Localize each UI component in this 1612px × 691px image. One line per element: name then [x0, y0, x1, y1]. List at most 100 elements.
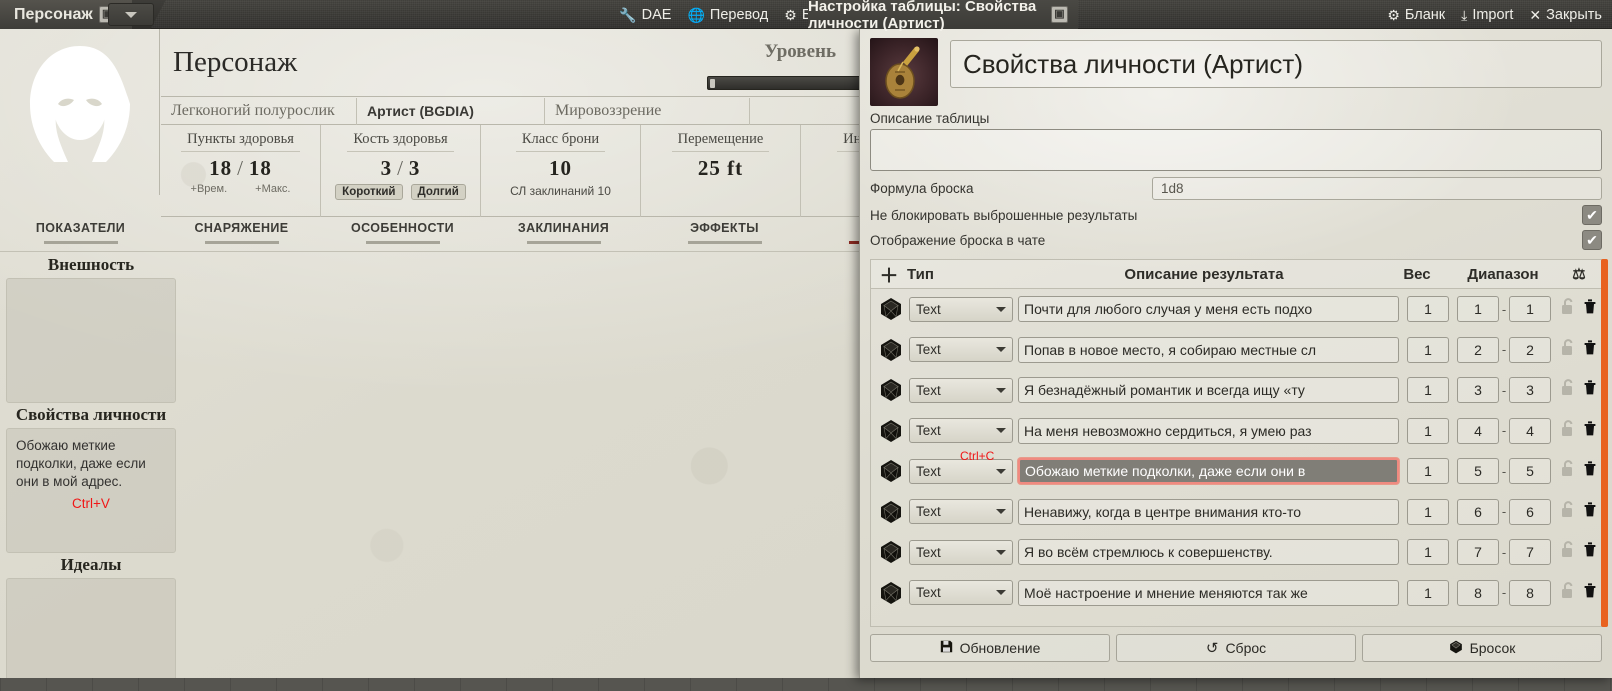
unlock-icon[interactable]	[1557, 581, 1579, 604]
class-field[interactable]: Артист (BGDIA)	[357, 97, 545, 125]
d20-icon[interactable]	[875, 540, 907, 564]
result-description-input[interactable]: Обожаю меткие подколки, даже если они в	[1018, 458, 1399, 485]
result-range-to-input[interactable]: 2	[1509, 336, 1551, 363]
tab-zaklinaniya[interactable]: ЗАКЛИНАНИЯ	[483, 218, 644, 244]
tab-snaryazhenie[interactable]: СНАРЯЖЕНИЕ	[161, 218, 322, 244]
unlock-icon[interactable]	[1557, 379, 1579, 401]
unlock-icon[interactable]	[1557, 500, 1579, 523]
result-description-input[interactable]: На меня невозможно сердиться, я умею раз	[1018, 417, 1399, 444]
result-weight-input[interactable]: 1	[1407, 296, 1449, 323]
result-weight-input[interactable]: 1	[1407, 336, 1449, 363]
short-rest-button[interactable]: Короткий	[335, 184, 403, 200]
result-range-to-input[interactable]: 5	[1509, 458, 1551, 485]
unlock-icon[interactable]	[1557, 460, 1579, 482]
d20-icon[interactable]	[875, 500, 907, 524]
import-button[interactable]: ⤓ Import	[1461, 7, 1513, 23]
result-description-input[interactable]: Ненавижу, когда в центре внимания кто-то	[1018, 498, 1399, 525]
bio-field-appearance[interactable]	[6, 278, 176, 403]
stat-hit-points[interactable]: Пункты здоровья 18/18 +Врем. +Макс.	[161, 125, 321, 217]
result-range-to-input[interactable]: 4	[1509, 417, 1551, 444]
result-weight-input[interactable]: 1	[1407, 377, 1449, 404]
hd-current[interactable]: 3	[381, 156, 393, 180]
stat-speed[interactable]: Перемещение 25 ft	[641, 125, 801, 217]
hp-current[interactable]: 18	[209, 156, 232, 180]
trash-icon[interactable]	[1579, 420, 1601, 442]
tab-effekty[interactable]: ЭФФЕКТЫ	[644, 218, 805, 244]
result-range-to-input[interactable]: 6	[1509, 498, 1551, 525]
update-button[interactable]: Обновление	[870, 634, 1110, 662]
result-range-from-input[interactable]: 8	[1457, 579, 1499, 606]
unlock-icon[interactable]	[1557, 298, 1579, 320]
trash-icon[interactable]	[1579, 339, 1601, 361]
d20-icon[interactable]	[875, 459, 907, 483]
result-range-from-input[interactable]: 6	[1457, 498, 1499, 525]
result-type-select[interactable]: Text	[909, 418, 1013, 444]
result-range-to-input[interactable]: 8	[1509, 579, 1551, 606]
result-type-select[interactable]: Text	[909, 539, 1013, 565]
roll-button[interactable]: Бросок	[1362, 634, 1602, 662]
d20-icon[interactable]	[875, 581, 907, 605]
result-type-select[interactable]: Text	[909, 377, 1013, 403]
result-type-select[interactable]: Text	[909, 499, 1013, 525]
result-weight-input[interactable]: 1	[1407, 579, 1449, 606]
d20-icon[interactable]	[875, 338, 907, 362]
speed-value[interactable]: 25 ft	[698, 156, 743, 181]
unlock-icon[interactable]	[1557, 541, 1579, 563]
d20-icon[interactable]	[875, 297, 907, 321]
result-range-from-input[interactable]: 2	[1457, 336, 1499, 363]
result-weight-input[interactable]: 1	[1407, 498, 1449, 525]
replacement-checkbox[interactable]: ✔	[1582, 205, 1602, 225]
dialog-sheet-button[interactable]: ⚙ Бланк	[1387, 7, 1445, 23]
bio-field-ideals[interactable]	[6, 578, 176, 691]
d20-icon[interactable]	[875, 419, 907, 443]
formula-input[interactable]: 1d8	[1152, 177, 1602, 200]
trash-icon[interactable]	[1579, 541, 1601, 563]
character-name[interactable]: Персонаж	[173, 46, 297, 79]
avatar[interactable]	[0, 29, 160, 195]
description-textarea[interactable]	[870, 129, 1602, 171]
scales-icon[interactable]: ⚖	[1557, 265, 1601, 283]
result-description-input[interactable]: Почти для любого случая у меня есть подх…	[1018, 296, 1399, 323]
hd-max[interactable]: 3	[409, 156, 421, 180]
trash-icon[interactable]	[1579, 298, 1601, 320]
result-range-to-input[interactable]: 1	[1509, 296, 1551, 323]
result-weight-input[interactable]: 1	[1407, 539, 1449, 566]
result-range-from-input[interactable]: 4	[1457, 417, 1499, 444]
result-range-to-input[interactable]: 7	[1509, 539, 1551, 566]
result-type-select[interactable]: Text Ctrl+C	[909, 449, 1013, 484]
result-weight-input[interactable]: 1	[1407, 458, 1449, 485]
result-description-input[interactable]: Моё настроение и мнение меняются так же	[1018, 579, 1399, 606]
close-button[interactable]: ✕ Закрыть	[1529, 7, 1602, 23]
table-title-input[interactable]: Свойства личности (Артист)	[950, 40, 1602, 88]
hp-max[interactable]: 18	[249, 156, 272, 180]
result-range-to-input[interactable]: 3	[1509, 377, 1551, 404]
result-range-from-input[interactable]: 3	[1457, 377, 1499, 404]
lute-image[interactable]	[870, 38, 938, 106]
dae-button[interactable]: 🔧 DAE	[619, 7, 671, 23]
unlock-icon[interactable]	[1557, 419, 1579, 442]
table-scrollbar[interactable]	[1601, 259, 1608, 627]
result-type-select[interactable]: Text	[909, 580, 1013, 606]
result-type-select[interactable]: Text	[909, 296, 1013, 322]
result-range-from-input[interactable]: 1	[1457, 296, 1499, 323]
trash-icon[interactable]	[1579, 582, 1601, 604]
reset-button[interactable]: ↺ Сброс	[1116, 634, 1356, 662]
result-range-from-input[interactable]: 7	[1457, 539, 1499, 566]
add-result-button[interactable]: ＋	[871, 261, 907, 288]
result-type-select[interactable]: Text	[909, 337, 1013, 363]
tab-osobennosti[interactable]: ОСОБЕННОСТИ	[322, 218, 483, 244]
ac-value[interactable]: 10	[549, 156, 572, 181]
trash-icon[interactable]	[1579, 379, 1601, 401]
result-description-input[interactable]: Я во всём стремлюсь к совершенству.	[1018, 539, 1399, 566]
trash-icon[interactable]	[1579, 460, 1601, 482]
unlock-icon[interactable]	[1557, 338, 1579, 361]
stat-armor-class[interactable]: Класс брони 10 СЛ заклинаний 10	[481, 125, 641, 217]
result-description-input[interactable]: Попав в новое место, я собираю местные с…	[1018, 336, 1399, 363]
long-rest-button[interactable]: Долгий	[410, 184, 466, 200]
trash-icon[interactable]	[1579, 501, 1601, 523]
alignment-field[interactable]: Мировоззрение	[545, 97, 750, 125]
tab-pokazateli[interactable]: ПОКАЗАТЕЛИ	[0, 218, 161, 244]
result-range-from-input[interactable]: 5	[1457, 458, 1499, 485]
display-chat-checkbox[interactable]: ✔	[1582, 230, 1602, 250]
race-field[interactable]: Легконогий полурослик	[161, 97, 357, 125]
